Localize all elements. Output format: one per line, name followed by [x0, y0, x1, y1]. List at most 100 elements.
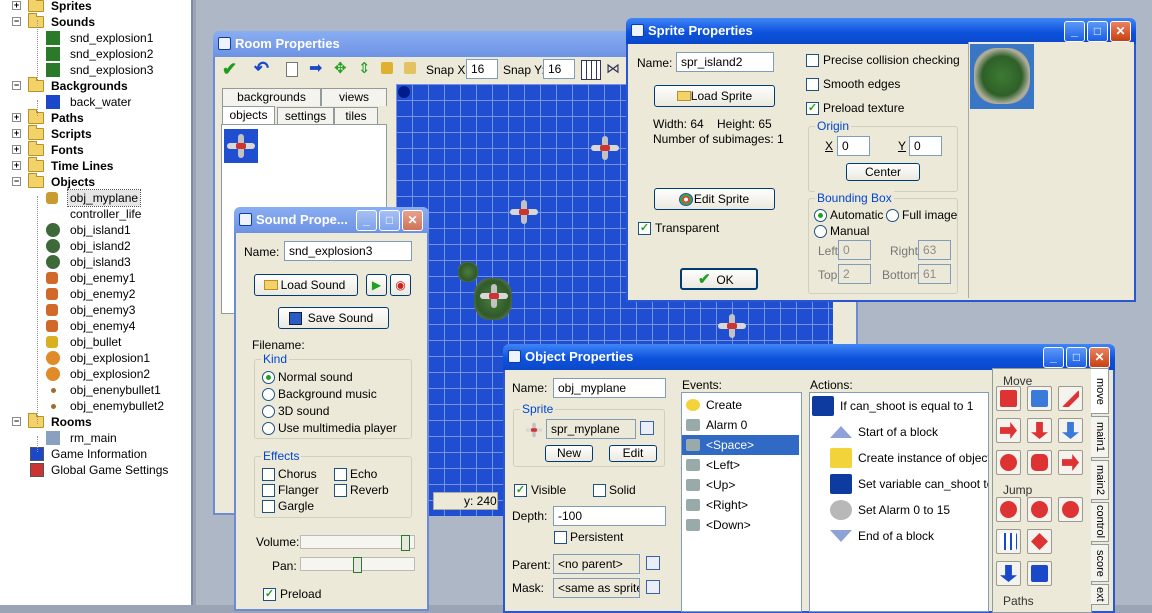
- sprite-menu-icon[interactable]: [640, 421, 654, 435]
- tree-item[interactable]: − Backgrounds: [0, 77, 190, 94]
- tree-item[interactable]: obj_enemy1: [0, 270, 190, 286]
- kind-radio[interactable]: [262, 405, 275, 418]
- volume-slider[interactable]: [300, 535, 415, 551]
- enemy-plane-instance[interactable]: [591, 136, 619, 160]
- close-button[interactable]: ✕: [402, 210, 423, 231]
- effect-checkbox[interactable]: [334, 484, 347, 497]
- expand-icon[interactable]: +: [12, 129, 21, 138]
- events-list[interactable]: Create Alarm 0 <Space> <Left> <Up> <Right> <Do…: [681, 392, 802, 612]
- effect-checkbox[interactable]: [334, 468, 347, 481]
- action-item[interactable]: Set Alarm 0 to 15: [810, 497, 950, 523]
- tree-item[interactable]: − Objects: [0, 173, 190, 190]
- gravity-button[interactable]: [1058, 418, 1083, 443]
- tree-item[interactable]: − Sounds: [0, 13, 190, 30]
- tree-item[interactable]: obj_myplane: [0, 189, 190, 207]
- event-item[interactable]: Alarm 0: [682, 415, 799, 435]
- precise-checkbox[interactable]: [806, 54, 819, 67]
- expand-icon[interactable]: +: [12, 145, 21, 154]
- load-sprite-button[interactable]: Load Sprite: [654, 85, 775, 107]
- action-item[interactable]: If can_shoot is equal to 1: [810, 393, 973, 419]
- enemy-plane-instance[interactable]: [510, 200, 538, 224]
- tab-score[interactable]: score: [1091, 544, 1109, 582]
- origin-y-input[interactable]: 0: [909, 136, 942, 156]
- unlock-icon[interactable]: [404, 62, 416, 74]
- expand-icon[interactable]: +: [12, 113, 21, 122]
- tree-item[interactable]: obj_explosion2: [0, 366, 190, 382]
- minimize-button[interactable]: _: [356, 210, 377, 231]
- expand-icon[interactable]: +: [12, 1, 21, 10]
- object-sprite-select[interactable]: spr_myplane: [546, 419, 636, 439]
- lock-icon[interactable]: [381, 62, 393, 74]
- full-image-radio[interactable]: [886, 209, 899, 222]
- tree-item[interactable]: snd_explosion2: [0, 46, 190, 62]
- tree-item[interactable]: Game Information: [0, 446, 190, 462]
- tree-item[interactable]: obj_enemy2: [0, 286, 190, 302]
- check-icon[interactable]: ✔: [222, 59, 237, 80]
- object-titlebar[interactable]: Object Properties _ □ ✕: [503, 344, 1115, 370]
- persistent-checkbox[interactable]: [554, 531, 567, 544]
- preload-texture-checkbox[interactable]: ✓: [806, 102, 819, 115]
- tree-item[interactable]: + Fonts: [0, 141, 190, 158]
- manual-radio[interactable]: [814, 225, 827, 238]
- tree-item[interactable]: − Rooms: [0, 413, 190, 430]
- maximize-button[interactable]: □: [1087, 21, 1108, 42]
- collapse-icon[interactable]: −: [12, 417, 21, 426]
- maximize-button[interactable]: □: [1066, 347, 1087, 368]
- collapse-icon[interactable]: −: [12, 17, 21, 26]
- tree-item[interactable]: + Scripts: [0, 125, 190, 142]
- tree-item[interactable]: + Time Lines: [0, 157, 190, 174]
- tree-item[interactable]: rm_main: [0, 430, 190, 446]
- parent-menu-icon[interactable]: [646, 556, 660, 570]
- move-fixed-button[interactable]: [996, 386, 1021, 411]
- play-button[interactable]: ▶: [366, 274, 387, 296]
- object-name-input[interactable]: obj_myplane: [553, 378, 666, 398]
- sound-titlebar[interactable]: Sound Prope... _ □ ✕: [234, 207, 429, 233]
- tab-main2[interactable]: main2: [1091, 460, 1109, 500]
- event-item[interactable]: <Up>: [682, 475, 799, 495]
- visible-checkbox[interactable]: ✓: [514, 484, 527, 497]
- center-button[interactable]: Center: [846, 163, 920, 181]
- close-button[interactable]: ✕: [1089, 347, 1110, 368]
- grid-toggle-icon[interactable]: [581, 60, 601, 80]
- tree-item[interactable]: + Sprites: [0, 0, 190, 14]
- jump-random-button[interactable]: [1058, 497, 1083, 522]
- friction-button[interactable]: [1058, 450, 1083, 475]
- solid-checkbox[interactable]: [593, 484, 606, 497]
- tab-extra[interactable]: ext: [1091, 584, 1109, 605]
- tree-item[interactable]: obj_bullet: [0, 334, 190, 350]
- isometric-icon[interactable]: ⋈: [606, 60, 620, 77]
- ok-button[interactable]: ✔ OK: [680, 268, 758, 290]
- collapse-icon[interactable]: −: [12, 81, 21, 90]
- volume-slider-thumb[interactable]: [401, 535, 410, 551]
- tab-tiles[interactable]: tiles: [334, 107, 378, 125]
- kind-radio[interactable]: [262, 371, 275, 384]
- event-item[interactable]: Create: [682, 395, 799, 415]
- right-input[interactable]: 63: [918, 240, 951, 260]
- maximize-button[interactable]: □: [379, 210, 400, 231]
- automatic-radio[interactable]: [814, 209, 827, 222]
- minimize-button[interactable]: _: [1064, 21, 1085, 42]
- sprite-name-input[interactable]: spr_island2: [676, 52, 774, 72]
- action-item[interactable]: Create instance of object o: [810, 445, 988, 471]
- depth-input[interactable]: -100: [553, 506, 666, 526]
- edit-sprite-button[interactable]: Edit: [609, 445, 657, 462]
- minimize-button[interactable]: _: [1043, 347, 1064, 368]
- effect-checkbox[interactable]: [262, 468, 275, 481]
- kind-radio[interactable]: [262, 388, 275, 401]
- bounce-button[interactable]: [1027, 561, 1052, 586]
- stop-button[interactable]: ◉: [390, 274, 411, 296]
- snapy-input[interactable]: 16: [543, 59, 575, 79]
- tree-item[interactable]: obj_enemy3: [0, 302, 190, 318]
- action-item[interactable]: Set variable can_shoot to 0: [810, 471, 988, 497]
- tab-move[interactable]: move: [1091, 368, 1109, 414]
- smooth-checkbox[interactable]: [806, 78, 819, 91]
- pan-slider-thumb[interactable]: [353, 557, 362, 573]
- event-item[interactable]: <Left>: [682, 455, 799, 475]
- mask-select[interactable]: <same as sprite>: [553, 578, 640, 598]
- top-input[interactable]: 2: [838, 264, 871, 284]
- transparent-checkbox[interactable]: ✓: [638, 222, 651, 235]
- jump-position-button[interactable]: [996, 497, 1021, 522]
- event-item[interactable]: <Down>: [682, 515, 799, 535]
- sound-name-input[interactable]: snd_explosion3: [284, 241, 412, 261]
- island-instance[interactable]: [458, 262, 478, 282]
